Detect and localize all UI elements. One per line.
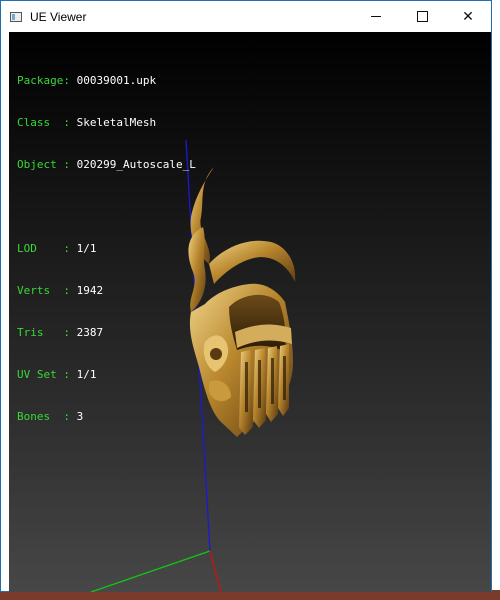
info-row-verts: Verts : 1942 <box>17 284 104 297</box>
close-icon: ✕ <box>462 8 474 25</box>
window-title: UE Viewer <box>30 9 87 24</box>
y-axis <box>90 550 211 592</box>
info-row-package: Package: 00039001.upk <box>17 74 157 87</box>
info-row-bones: Bones : 3 <box>17 410 84 423</box>
title-bar[interactable]: UE Viewer ✕ <box>1 1 491 32</box>
minimize-icon <box>371 16 381 17</box>
info-row-lod: LOD : 1/1 <box>17 242 97 255</box>
minimize-button[interactable] <box>353 1 399 32</box>
info-spacer <box>17 200 196 214</box>
info-row-tris: Tris : 2387 <box>17 326 104 339</box>
x-axis <box>209 550 222 592</box>
close-button[interactable]: ✕ <box>445 1 491 32</box>
3d-viewport[interactable]: Package: 00039001.upk Class : SkeletalMe… <box>9 32 491 592</box>
maximize-icon <box>416 11 428 22</box>
window-controls: ✕ <box>353 1 491 32</box>
info-row-class: Class : SkeletalMesh <box>17 116 157 129</box>
app-icon <box>10 11 22 22</box>
info-row-object: Object : 020299_Autoscale_L <box>17 158 196 171</box>
maximize-button[interactable] <box>399 1 445 32</box>
mesh-info-overlay: Package: 00039001.upk Class : SkeletalMe… <box>17 46 196 452</box>
info-row-uvset: UV Set : 1/1 <box>17 368 97 381</box>
skull-mask-model <box>188 167 296 437</box>
ue-viewer-window: UE Viewer ✕ Package: 00039001.upk Class … <box>0 0 492 592</box>
